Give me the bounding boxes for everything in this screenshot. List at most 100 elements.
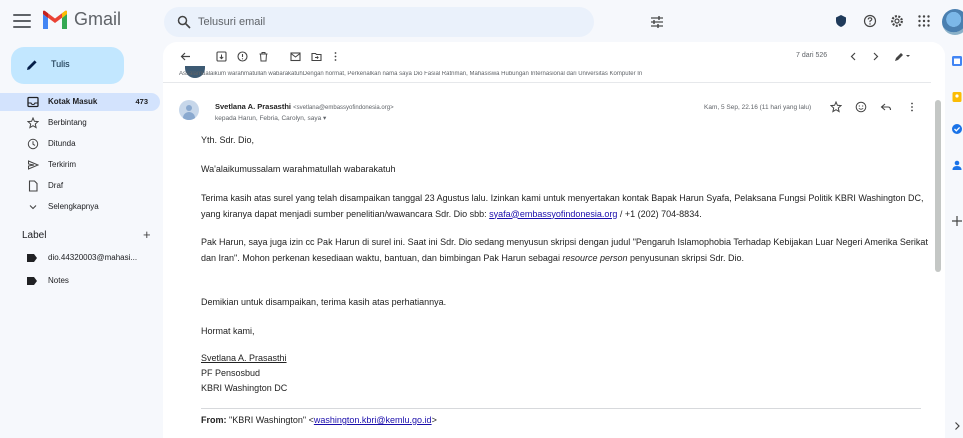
main-menu-icon[interactable] <box>12 11 32 31</box>
sidebar-item-inbox[interactable]: Kotak Masuk 473 <box>0 93 160 111</box>
input-tools-icon[interactable] <box>894 51 912 62</box>
label-name: Notes <box>48 276 69 285</box>
sidebar-item-label: Terkirim <box>48 160 76 169</box>
chevron-down-icon <box>29 205 37 210</box>
quoted-from-line: From: "KBRI Washington" <washington.kbri… <box>201 415 437 425</box>
reply-icon[interactable] <box>880 101 892 113</box>
archive-icon[interactable] <box>216 51 227 62</box>
chevron-left-icon[interactable] <box>848 51 859 62</box>
signature-title: PF Pensosbud <box>201 368 261 378</box>
gmail-m-icon <box>43 10 67 29</box>
report-spam-icon[interactable] <box>237 51 248 62</box>
pencil-icon <box>27 60 37 70</box>
add-addon-icon[interactable] <box>951 215 963 227</box>
label-tag-icon <box>27 277 37 285</box>
quoted-divider <box>201 408 921 409</box>
signature-name-link[interactable]: Svetlana A. Prasasthi <box>201 353 287 363</box>
message-date: Kam, 5 Sep, 22.16 (11 hari yang lalu) <box>704 104 812 111</box>
search-options-icon[interactable] <box>650 15 664 29</box>
back-arrow-icon[interactable] <box>180 51 191 62</box>
recipients-details[interactable]: kepada Harun, Febria, Carolyn, saya ▾ <box>215 114 326 122</box>
sidebar-item-starred[interactable]: Berbintang <box>0 114 163 132</box>
message-toolbar: 7 dari 526 <box>163 42 945 70</box>
sender-name[interactable]: Svetlana A. Prasasthi <box>215 102 291 111</box>
star-icon <box>27 117 39 129</box>
inbox-icon <box>27 96 39 108</box>
sidebar-item-more[interactable]: Selengkapnya <box>0 198 163 216</box>
add-label-icon[interactable]: + <box>143 228 151 241</box>
star-icon[interactable] <box>830 101 842 113</box>
calendar-icon[interactable] <box>951 55 963 67</box>
person-icon <box>186 105 192 111</box>
tasks-icon[interactable] <box>951 123 963 135</box>
label-name: dio.44320003@mahasi... <box>48 253 138 262</box>
sidebar-nav: Kotak Masuk 473 Berbintang Ditunda Terki… <box>0 93 163 219</box>
trash-icon[interactable] <box>258 51 269 62</box>
more-vert-icon[interactable] <box>906 101 918 113</box>
account-avatar[interactable] <box>942 9 963 35</box>
message-view: 7 dari 526 Assalamualaikum warahmatullah… <box>163 42 945 438</box>
label-item[interactable]: dio.44320003@mahasi... <box>0 250 163 266</box>
from-close: > <box>431 415 437 425</box>
label-tag-icon <box>27 254 37 262</box>
help-icon[interactable] <box>861 12 879 30</box>
signature-org: KBRI Washington DC <box>201 383 288 393</box>
scrollbar[interactable] <box>931 42 945 438</box>
from-label: From: <box>201 415 227 425</box>
apps-grid-icon[interactable] <box>915 12 933 30</box>
draft-icon <box>28 180 38 192</box>
sidebar-item-drafts[interactable]: Draf <box>0 177 163 195</box>
expand-panel-icon[interactable] <box>951 420 963 432</box>
label-item[interactable]: Notes <box>0 273 163 289</box>
sidebar-item-label: Kotak Masuk <box>48 97 98 106</box>
sender-email: <svetlana@embassyofindonesia.org> <box>293 105 394 111</box>
emoji-reaction-icon[interactable] <box>855 101 867 113</box>
sender-line: Svetlana A. Prasasthi <svetlana@embassyo… <box>215 102 394 111</box>
prior-message-snippet[interactable]: Assalamualaikum warahmatullah wabarakatu… <box>179 71 919 78</box>
search-bar[interactable] <box>164 7 663 37</box>
paragraph-text: / +1 (202) 704-8834. <box>617 208 702 219</box>
closing-phrase: Hormat kami, <box>201 326 255 336</box>
paragraph-closing: Demikian untuk disampaikan, terima kasih… <box>201 297 447 307</box>
send-icon <box>28 160 39 170</box>
sidebar-item-label: Selengkapnya <box>48 202 99 211</box>
sidebar-item-label: Berbintang <box>48 118 87 127</box>
contacts-icon[interactable] <box>951 159 963 171</box>
contact-email-link[interactable]: syafa@embassyofindonesia.org <box>489 209 617 219</box>
greeting: Yth. Sdr. Dio, <box>201 135 255 145</box>
sidebar-item-label: Draf <box>48 181 64 190</box>
unread-count: 473 <box>135 97 148 106</box>
top-bar: Gmail <box>0 0 963 44</box>
settings-gear-icon[interactable] <box>888 12 906 30</box>
sender-avatar <box>179 100 199 120</box>
shield-icon <box>836 15 846 27</box>
paragraph-text: penyusunan skripsi Sdr. Dio. <box>627 252 745 263</box>
emphasis-text: resource person <box>562 252 628 263</box>
more-vert-icon[interactable] <box>330 51 341 62</box>
mark-unread-icon[interactable] <box>290 51 301 62</box>
gmail-logo[interactable]: Gmail <box>42 9 121 30</box>
pagination-count: 7 dari 526 <box>796 52 828 59</box>
labels-heading: Label <box>22 230 47 241</box>
clock-icon <box>27 138 39 150</box>
compose-label: Tulis <box>51 59 70 69</box>
keep-icon[interactable] <box>951 91 963 103</box>
paragraph-request: Pak Harun, saya juga izin cc Pak Harun d… <box>201 235 933 266</box>
from-email-link[interactable]: washington.kbri@kemlu.go.id <box>314 415 432 425</box>
gemini-status-icon[interactable] <box>832 12 850 30</box>
app-name: Gmail <box>74 9 122 29</box>
search-icon[interactable] <box>177 15 191 29</box>
sidebar-item-sent[interactable]: Terkirim <box>0 156 163 174</box>
search-input[interactable] <box>198 13 528 31</box>
paragraph-contact: Terima kasih atas surel yang telah disam… <box>201 191 933 222</box>
sidebar-item-label: Ditunda <box>48 139 76 148</box>
scrollbar-thumb[interactable] <box>935 100 941 272</box>
chevron-right-icon[interactable] <box>870 51 881 62</box>
signature-name: Svetlana A. Prasasthi <box>201 353 287 363</box>
compose-button[interactable]: Tulis <box>11 47 124 84</box>
sidebar-item-snoozed[interactable]: Ditunda <box>0 135 163 153</box>
from-name: "KBRI Washington" < <box>226 415 314 425</box>
salutation: Wa'alaikumussalam warahmatullah wabaraka… <box>201 164 396 174</box>
move-to-icon[interactable] <box>311 51 322 62</box>
divider <box>163 82 933 83</box>
